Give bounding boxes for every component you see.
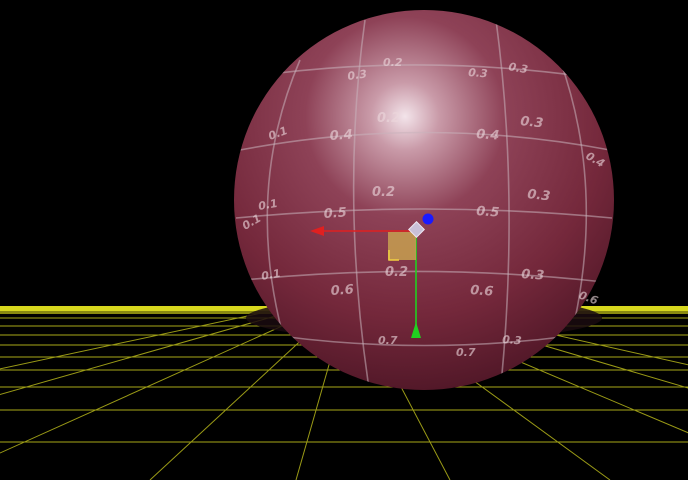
uv-label: 0.4 [329,127,353,144]
uv-label: 0.5 [476,204,500,221]
uv-label: 0.6 [330,282,354,299]
gizmo-center-square[interactable] [388,232,416,260]
uv-label: 0.3 [521,267,545,284]
3d-viewport[interactable]: 0.2 0.3 0.3 0.3 0.2 0.3 0.1 0.4 0.4 0.4 0.2 0.3 0.1 0… [0,0,688,480]
uv-label: 0.7 [378,334,398,347]
uv-label: 0.3 [520,114,544,131]
uv-label: 0.4 [476,127,500,144]
scene-canvas[interactable]: 0.20.3 0.3 0.30.2 0.30.1 0.4 0.40.40.2 0.30.10… [0,0,688,480]
uv-label: 0.2 [383,56,403,69]
uv-label: 0.2 [385,265,408,280]
uv-label: 0.2 [372,185,395,200]
uv-label: 0.3 [527,187,551,204]
uv-label: 0.3 [347,67,368,83]
uv-label: 0.3 [468,66,489,80]
uv-label: 0.7 [456,346,476,359]
uv-label: 0.2 [377,111,400,126]
uv-label: 0.5 [323,205,347,222]
circle-handle-icon[interactable] [422,213,434,225]
uv-label: 0.6 [470,283,494,300]
uv-label: 0.3 [502,333,523,347]
